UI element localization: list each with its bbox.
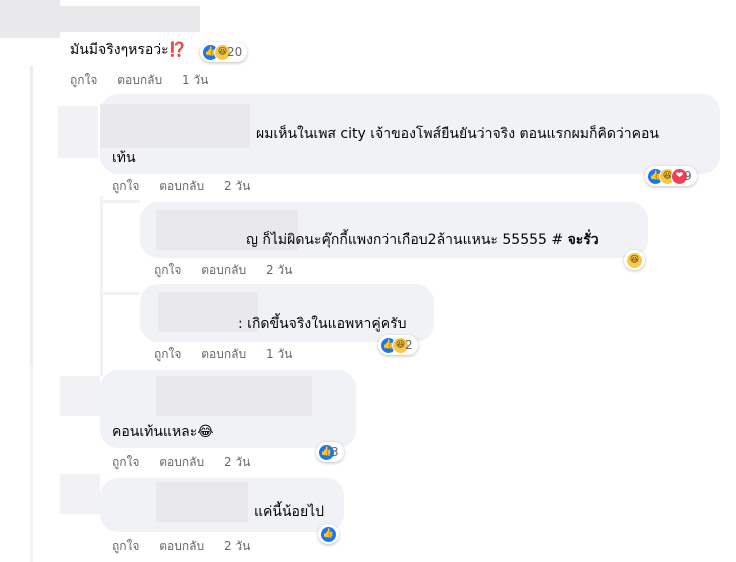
thread-line <box>100 196 103 376</box>
like-button[interactable]: ถูกใจ <box>112 539 139 553</box>
comment-actions: ถูกใจ ตอบกลับ 2 วัน <box>112 454 266 470</box>
reaction-summary[interactable]: 👍 😆 20 <box>200 42 248 62</box>
comment-text: มันมีจริงๆหรอว่ะ⁉️ <box>70 42 187 58</box>
reply-button[interactable]: ตอบกลับ <box>159 455 204 469</box>
like-button[interactable]: ถูกใจ <box>70 73 97 87</box>
reply-button[interactable]: ตอบกลับ <box>201 263 246 277</box>
like-button[interactable]: ถูกใจ <box>112 455 139 469</box>
reaction-summary[interactable]: 😆 <box>624 250 645 270</box>
reaction-summary[interactable]: 👍 3 <box>316 442 344 462</box>
timestamp[interactable]: 2 วัน <box>224 179 250 193</box>
comment-text: แค่นี้น้อยไป <box>254 504 325 520</box>
timestamp[interactable]: 2 วัน <box>266 263 292 277</box>
comment-text: คอนเท้นแหละ😂 <box>112 424 214 440</box>
reaction-summary[interactable]: 👍 😆 2 <box>378 335 418 355</box>
reaction-summary[interactable]: 👍 <box>318 524 339 544</box>
comment-actions: ถูกใจ ตอบกลับ 2 วัน <box>112 538 266 554</box>
reaction-count: 2 <box>405 338 413 352</box>
like-button[interactable]: ถูกใจ <box>154 263 181 277</box>
comment-actions: ถูกใจ ตอบกลับ 1 วัน <box>154 346 308 362</box>
comment-text: : เกิดขึ้นจริงในแอพหาคู่ครับ <box>238 316 407 332</box>
reaction-count: 3 <box>331 445 339 459</box>
thread-line <box>30 488 33 562</box>
like-icon: 👍 <box>320 525 337 543</box>
redacted-avatar <box>0 0 60 38</box>
redacted-author-name <box>156 482 248 522</box>
reply-button[interactable]: ตอบกลับ <box>159 179 204 193</box>
redacted-avatar <box>58 106 98 158</box>
redacted-author-name <box>100 104 250 148</box>
timestamp[interactable]: 1 วัน <box>266 347 292 361</box>
like-button[interactable]: ถูกใจ <box>154 347 181 361</box>
redacted-avatar <box>60 376 100 416</box>
comment-actions: ถูกใจ ตอบกลับ 2 วัน <box>112 178 266 194</box>
redacted-avatar <box>60 474 100 514</box>
reply-button[interactable]: ตอบกลับ <box>201 347 246 361</box>
comment-actions: ถูกใจ ตอบกลับ 2 วัน <box>154 262 308 278</box>
timestamp[interactable]: 2 วัน <box>224 539 250 553</box>
reply-button[interactable]: ตอบกลับ <box>117 73 162 87</box>
comment-actions: ถูกใจ ตอบกลับ 1 วัน <box>70 72 224 88</box>
thread-line <box>30 66 33 366</box>
comment-text: ญ ก็ไม่ผิดนะคุ๊กกี้แพงกว่าเกือบ2ล้านแหนะ… <box>246 230 599 250</box>
reaction-count: 20 <box>227 45 243 59</box>
reply-button[interactable]: ตอบกลับ <box>159 539 204 553</box>
reaction-summary[interactable]: 👍 😆 ❤ 9 <box>645 166 697 186</box>
comment-text-bold: จะรั่ว <box>567 232 599 248</box>
thread-line <box>30 366 33 488</box>
timestamp[interactable]: 1 วัน <box>182 73 208 87</box>
comment-text: เท้น <box>112 150 136 166</box>
thread-line <box>100 292 140 295</box>
redacted-author-name <box>60 6 200 32</box>
comment-text: ผมเห็นในเพส city เจ้าของโพส์ยืนยันว่าจริ… <box>256 126 659 142</box>
comment-text-main: ญ ก็ไม่ผิดนะคุ๊กกี้แพงกว่าเกือบ2ล้านแหนะ… <box>246 232 564 248</box>
haha-icon: 😆 <box>626 251 643 269</box>
reaction-count: 9 <box>684 169 692 183</box>
redacted-author-name <box>156 376 312 416</box>
timestamp[interactable]: 2 วัน <box>224 455 250 469</box>
thread-line <box>100 200 140 203</box>
like-button[interactable]: ถูกใจ <box>112 179 139 193</box>
